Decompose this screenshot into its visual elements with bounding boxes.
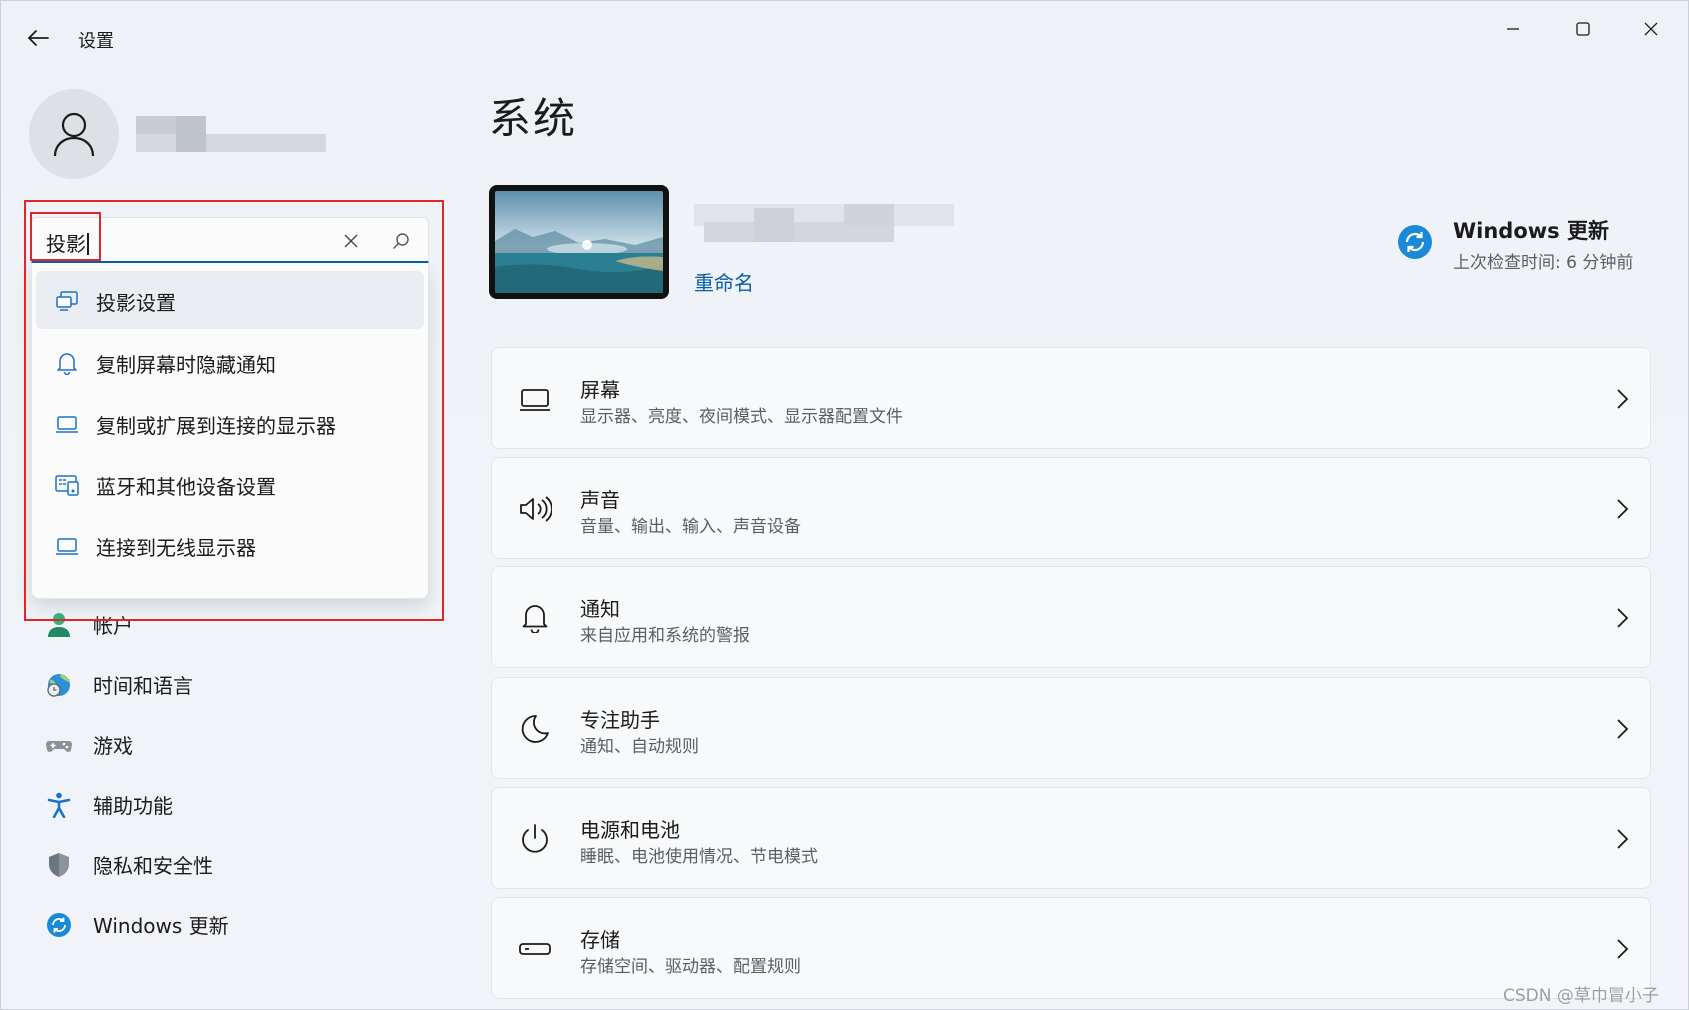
minimize-icon xyxy=(1507,28,1519,30)
maximize-button[interactable] xyxy=(1553,9,1613,49)
back-button[interactable] xyxy=(21,23,55,53)
person-icon xyxy=(53,112,95,157)
wallpaper-image xyxy=(495,191,663,293)
settings-window: 设置 投影 投影设置 复制屏幕时隐藏通知 复制或扩展到连接的显示器 蓝牙和其他设… xyxy=(0,0,1689,1010)
moon-icon xyxy=(521,715,549,743)
sidebar-item-label: Windows 更新 xyxy=(93,914,229,938)
chevron-right-icon xyxy=(1617,829,1629,849)
close-button[interactable] xyxy=(1621,9,1681,49)
card-title: 屏幕 xyxy=(580,378,620,402)
title-bar: 设置 xyxy=(1,1,1688,71)
storage-icon xyxy=(519,943,551,955)
bell-icon xyxy=(522,605,548,633)
sidebar-item-label: 隐私和安全性 xyxy=(93,854,213,878)
gamepad-icon xyxy=(46,741,72,752)
maximize-icon xyxy=(1576,22,1590,36)
sidebar-item-gaming[interactable]: 游戏 xyxy=(31,718,429,770)
chevron-right-icon xyxy=(1617,608,1629,628)
highlight-box-search-text xyxy=(30,212,101,261)
sidebar-item-windows-update[interactable]: Windows 更新 xyxy=(31,898,429,950)
sidebar-item-accessibility[interactable]: 辅助功能 xyxy=(31,778,429,830)
card-subtitle: 通知、自动规则 xyxy=(580,737,699,757)
windows-update-last-check: 上次检查时间: 6 分钟前 xyxy=(1453,253,1634,273)
power-icon xyxy=(522,824,548,853)
page-title: 系统 xyxy=(489,94,578,143)
rename-link[interactable]: 重命名 xyxy=(694,267,754,296)
watermark: CSDN @草巾冒小子 xyxy=(1503,986,1659,1006)
minimize-button[interactable] xyxy=(1483,9,1543,49)
windows-update-title[interactable]: Windows 更新 xyxy=(1453,215,1609,245)
card-subtitle: 音量、输出、输入、声音设备 xyxy=(580,517,801,537)
sidebar-item-time-language[interactable]: 时间和语言 xyxy=(31,658,429,710)
globe-clock-icon xyxy=(47,674,71,697)
settings-card-sound[interactable]: 声音 音量、输出、输入、声音设备 xyxy=(491,457,1651,559)
sidebar-item-label: 游戏 xyxy=(93,734,133,758)
card-subtitle: 显示器、亮度、夜间模式、显示器配置文件 xyxy=(580,407,903,427)
sidebar-item-label: 辅助功能 xyxy=(93,794,173,818)
shield-icon xyxy=(49,853,69,877)
user-name-redacted xyxy=(136,116,326,160)
update-icon xyxy=(47,913,71,937)
sidebar-item-label: 时间和语言 xyxy=(93,674,193,698)
card-subtitle: 睡眠、电池使用情况、节电模式 xyxy=(580,847,818,867)
card-title: 电源和电池 xyxy=(580,818,680,842)
sidebar-item-privacy-security[interactable]: 隐私和安全性 xyxy=(31,838,429,890)
chevron-right-icon xyxy=(1617,719,1629,739)
chevron-right-icon xyxy=(1617,939,1629,959)
settings-card-power-battery[interactable]: 电源和电池 睡眠、电池使用情况、节电模式 xyxy=(491,787,1651,889)
card-title: 专注助手 xyxy=(580,708,660,732)
card-title: 声音 xyxy=(580,488,620,512)
card-title: 通知 xyxy=(580,597,620,621)
chevron-right-icon xyxy=(1617,499,1629,519)
settings-card-notifications[interactable]: 通知 来自应用和系统的警报 xyxy=(491,566,1651,668)
accessibility-icon xyxy=(47,792,71,818)
settings-card-display[interactable]: 屏幕 显示器、亮度、夜间模式、显示器配置文件 xyxy=(491,347,1651,449)
settings-card-focus-assist[interactable]: 专注助手 通知、自动规则 xyxy=(491,677,1651,779)
card-subtitle: 存储空间、驱动器、配置规则 xyxy=(580,957,801,977)
avatar[interactable] xyxy=(29,89,119,179)
update-icon[interactable] xyxy=(1397,224,1433,260)
card-title: 存储 xyxy=(580,928,620,952)
monitor-icon xyxy=(520,389,550,411)
card-subtitle: 来自应用和系统的警报 xyxy=(580,626,750,646)
close-icon xyxy=(1644,22,1658,36)
device-wallpaper-thumbnail xyxy=(489,185,669,299)
highlight-box-search-results xyxy=(24,200,444,621)
app-title: 设置 xyxy=(78,31,114,52)
chevron-right-icon xyxy=(1617,389,1629,409)
back-arrow-icon xyxy=(28,30,49,46)
device-name-redacted xyxy=(694,204,954,260)
speaker-icon xyxy=(520,496,552,522)
settings-card-storage[interactable]: 存储 存储空间、驱动器、配置规则 xyxy=(491,897,1651,999)
